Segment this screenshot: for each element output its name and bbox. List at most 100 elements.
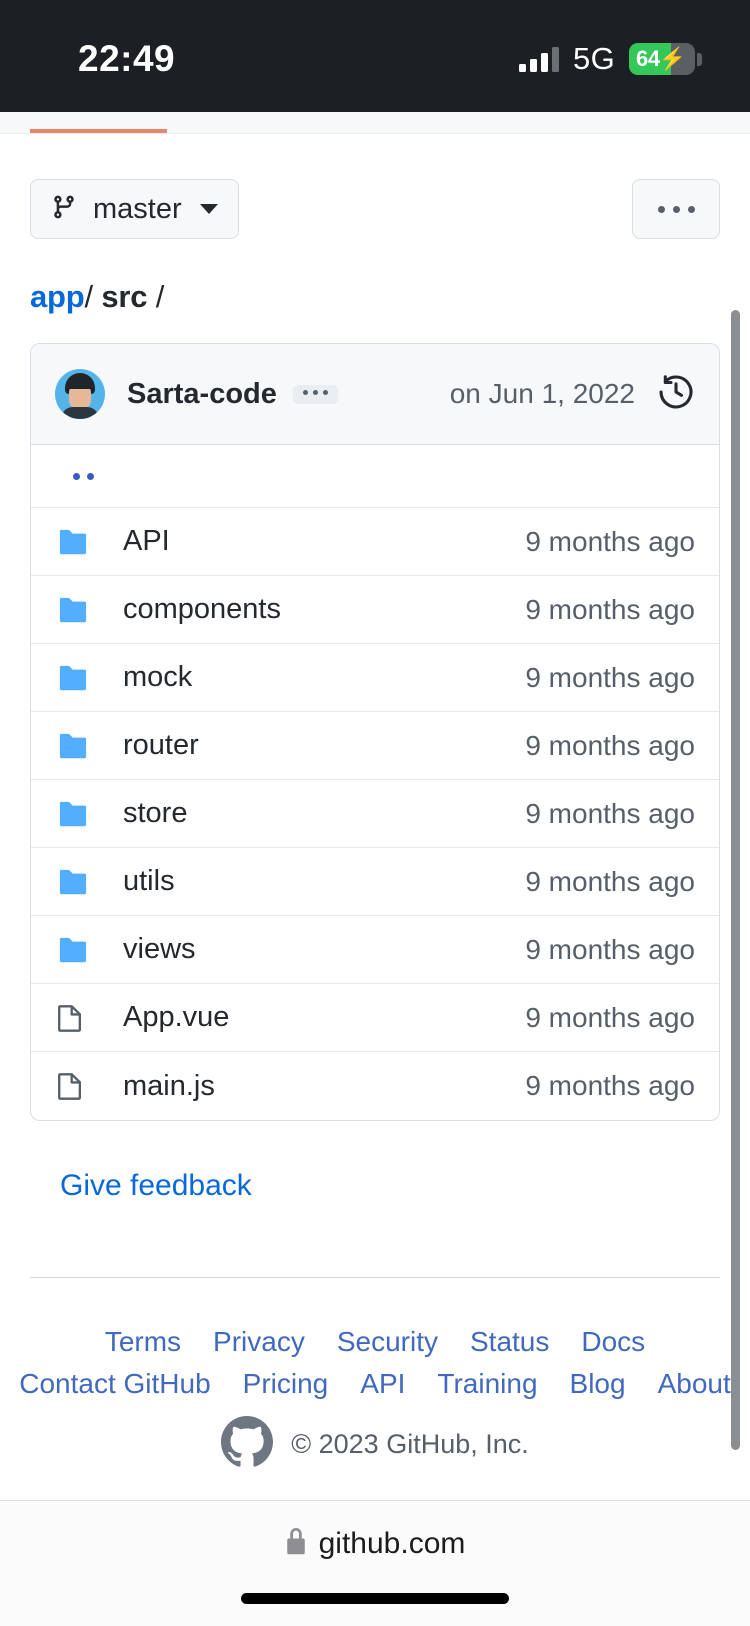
- file-name-link[interactable]: API: [123, 525, 170, 558]
- folder-icon: [55, 731, 99, 761]
- parent-directory-row[interactable]: [31, 445, 719, 508]
- footer-link[interactable]: Training: [437, 1368, 537, 1400]
- address-bar-host: github.com: [318, 1527, 466, 1560]
- file-age-label: 9 months ago: [525, 865, 695, 897]
- table-row[interactable]: router 9 months ago: [31, 712, 719, 780]
- table-row[interactable]: views 9 months ago: [31, 916, 719, 984]
- breadcrumb-link-app[interactable]: app: [30, 279, 85, 314]
- history-icon[interactable]: [657, 373, 695, 416]
- repo-toolbar: master: [0, 134, 750, 239]
- battery-icon: 64 ⚡: [629, 43, 695, 75]
- battery-cap: [697, 52, 702, 66]
- ellipsis-icon-dot: [312, 389, 318, 395]
- footer-link[interactable]: Pricing: [243, 1368, 329, 1400]
- give-feedback-link[interactable]: Give feedback: [0, 1121, 750, 1203]
- ios-status-bar: 22:49 5G 64 ⚡: [0, 0, 750, 112]
- file-name-link[interactable]: components: [123, 593, 281, 626]
- commit-date-label: on Jun 1, 2022: [449, 378, 635, 409]
- file-name-link[interactable]: mock: [123, 661, 192, 694]
- battery-percent-label: 64: [636, 46, 660, 71]
- browser-bottom-bar: github.com: [0, 1500, 750, 1626]
- more-options-button[interactable]: [632, 179, 720, 239]
- footer-link[interactable]: Security: [337, 1326, 438, 1358]
- latest-commit-header: Sarta-code on Jun 1, 2022: [31, 344, 719, 445]
- avatar[interactable]: [55, 369, 105, 419]
- commit-author-link[interactable]: Sarta-code: [127, 378, 277, 411]
- lock-icon: [285, 1527, 307, 1561]
- table-row[interactable]: API 9 months ago: [31, 508, 719, 576]
- file-age-label: 9 months ago: [525, 797, 695, 829]
- folder-icon: [55, 663, 99, 693]
- file-age-label: 9 months ago: [525, 729, 695, 761]
- file-age-label: 9 months ago: [525, 661, 695, 693]
- branch-name-label: master: [93, 192, 182, 225]
- copyright-text: © 2023 GitHub, Inc.: [291, 1429, 529, 1459]
- status-indicators: 5G 64 ⚡: [519, 35, 702, 77]
- footer-links-row-1: Terms Privacy Security Status Docs: [0, 1326, 750, 1358]
- ellipsis-icon-dot: [322, 389, 328, 395]
- cellular-signal-icon: [519, 46, 560, 72]
- file-icon: [55, 1068, 99, 1104]
- commit-message-expand-button[interactable]: [292, 384, 338, 404]
- file-rows: API 9 months ago components 9 months ago moc…: [31, 508, 719, 1120]
- folder-icon: [55, 595, 99, 625]
- folder-icon: [55, 799, 99, 829]
- file-name-link[interactable]: views: [123, 933, 196, 966]
- page-top-strip: [0, 112, 750, 134]
- folder-icon: [55, 867, 99, 897]
- branch-selector-button[interactable]: master: [30, 179, 239, 239]
- status-time: 22:49: [78, 38, 176, 79]
- github-mark-icon: [221, 1416, 274, 1473]
- home-indicator: [241, 1593, 509, 1604]
- screen: 22:49 5G 64 ⚡ master app/ src / Sarta-co…: [0, 0, 750, 1626]
- file-name-link[interactable]: App.vue: [123, 1001, 229, 1034]
- bolt-icon: ⚡: [658, 46, 687, 71]
- webpage-content: master app/ src / Sarta-code on Jun 1, 2…: [0, 112, 750, 1500]
- footer-link[interactable]: Blog: [570, 1368, 626, 1400]
- breadcrumb-current-src: src: [101, 279, 148, 314]
- file-age-label: 9 months ago: [525, 593, 695, 625]
- file-name-link[interactable]: router: [123, 729, 199, 762]
- folder-icon: [55, 527, 99, 557]
- file-name-link[interactable]: store: [123, 797, 187, 830]
- file-age-label: 9 months ago: [525, 525, 695, 557]
- folder-icon: [55, 935, 99, 965]
- table-row[interactable]: store 9 months ago: [31, 780, 719, 848]
- footer-link[interactable]: Privacy: [213, 1326, 305, 1358]
- kebab-horizontal-icon-dot: [687, 205, 695, 213]
- parent-directory-label: [73, 472, 94, 480]
- footer-link[interactable]: Terms: [105, 1326, 181, 1358]
- chevron-down-icon: [199, 204, 218, 214]
- address-bar[interactable]: github.com: [285, 1527, 466, 1561]
- table-row[interactable]: App.vue 9 months ago: [31, 984, 719, 1052]
- breadcrumb: app/ src /: [0, 239, 750, 315]
- site-footer: Terms Privacy Security Status Docs Contact G…: [0, 1278, 750, 1473]
- file-icon: [55, 1000, 99, 1036]
- breadcrumb-separator-2: /: [155, 279, 165, 314]
- table-row[interactable]: utils 9 months ago: [31, 848, 719, 916]
- footer-link[interactable]: About: [658, 1368, 731, 1400]
- breadcrumb-separator-1: /: [84, 279, 94, 314]
- file-age-label: 9 months ago: [525, 1070, 695, 1101]
- table-row[interactable]: components 9 months ago: [31, 576, 719, 644]
- kebab-horizontal-icon-dot: [657, 205, 665, 213]
- file-age-label: 9 months ago: [525, 1001, 695, 1033]
- file-name-link[interactable]: main.js: [123, 1070, 215, 1103]
- footer-copyright: © 2023 GitHub, Inc.: [0, 1416, 750, 1473]
- footer-link[interactable]: Docs: [581, 1326, 645, 1358]
- footer-link[interactable]: API: [360, 1368, 405, 1400]
- table-row[interactable]: mock 9 months ago: [31, 644, 719, 712]
- footer-link[interactable]: Status: [470, 1326, 549, 1358]
- footer-link[interactable]: Contact GitHub: [19, 1368, 210, 1400]
- ellipsis-icon-dot: [302, 389, 308, 395]
- page-load-progress-bar: [30, 129, 167, 133]
- footer-links-row-2: Contact GitHub Pricing API Training Blog Abou…: [0, 1368, 750, 1400]
- network-type-label: 5G: [573, 41, 615, 76]
- table-row[interactable]: main.js 9 months ago: [31, 1052, 719, 1120]
- kebab-horizontal-icon-dot: [672, 205, 680, 213]
- file-listing: Sarta-code on Jun 1, 2022 API 9 months a…: [30, 343, 720, 1121]
- file-age-label: 9 months ago: [525, 933, 695, 965]
- page-scrollbar[interactable]: [731, 310, 740, 1450]
- file-name-link[interactable]: utils: [123, 865, 175, 898]
- git-branch-icon: [51, 192, 77, 227]
